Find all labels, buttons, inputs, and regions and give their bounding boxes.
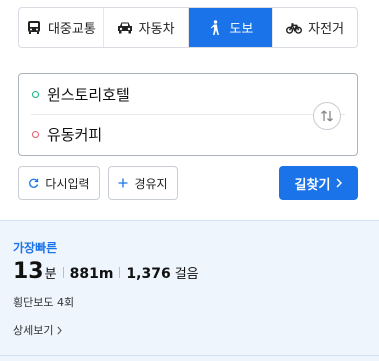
reset-button[interactable]: 다시입력	[18, 166, 100, 200]
route-input-box: 윈스토리호텔 유동커피	[18, 73, 358, 156]
transport-mode-tabs: 대중교통 자동차 도보 자전거	[18, 7, 358, 48]
end-point-field[interactable]: 유동커피	[19, 114, 309, 154]
chevron-right-icon	[57, 325, 63, 335]
crosswalk-count: 횡단보도 4회	[13, 296, 75, 309]
chevron-right-icon	[336, 178, 343, 188]
search-route-button[interactable]: 길찾기	[279, 166, 358, 200]
steps-value: 1,376	[126, 266, 171, 282]
fastest-badge: 가장빠른	[13, 241, 58, 255]
walk-icon	[207, 19, 223, 36]
search-label: 길찾기	[294, 177, 331, 193]
swap-arrows-icon	[320, 110, 334, 122]
bottom-divider	[0, 355, 379, 356]
start-point-field[interactable]: 윈스토리호텔	[19, 74, 309, 114]
separator	[62, 267, 64, 278]
detail-label: 상세보기	[13, 324, 54, 337]
duration-minutes: 13	[13, 259, 44, 284]
duration-unit: 분	[44, 267, 57, 282]
bicycle-icon	[286, 20, 303, 36]
detail-link[interactable]: 상세보기	[13, 322, 63, 338]
tab-bicycle[interactable]: 자전거	[273, 8, 357, 47]
add-waypoint-button[interactable]: 경유지	[108, 166, 178, 200]
waypoint-label: 경유지	[134, 176, 168, 191]
bus-icon	[26, 20, 42, 36]
reset-label: 다시입력	[45, 176, 90, 191]
start-point-text: 윈스토리호텔	[47, 85, 130, 104]
tab-label: 자전거	[308, 22, 345, 37]
plus-icon	[118, 178, 128, 188]
separator	[119, 267, 121, 278]
end-dot-icon	[32, 130, 39, 138]
tab-label: 자동차	[138, 22, 175, 37]
swap-button[interactable]	[313, 102, 341, 130]
tab-label: 대중교통	[47, 22, 96, 37]
tab-public-transit[interactable]: 대중교통	[19, 8, 104, 47]
tab-car[interactable]: 자동차	[104, 8, 189, 47]
steps-unit: 걸음	[174, 267, 199, 282]
refresh-icon	[28, 178, 39, 189]
route-result-card[interactable]: 가장빠른 13 분 881m 1,376 걸음 횡단보도 4회 상세보기	[0, 220, 379, 361]
distance-value: 881m	[69, 266, 114, 282]
end-point-text: 유동커피	[47, 125, 103, 144]
route-summary: 13 분 881m 1,376 걸음	[13, 259, 199, 284]
start-dot-icon	[32, 90, 39, 98]
tab-walk[interactable]: 도보	[188, 8, 274, 47]
car-icon	[117, 20, 133, 36]
tab-label: 도보	[229, 22, 254, 37]
